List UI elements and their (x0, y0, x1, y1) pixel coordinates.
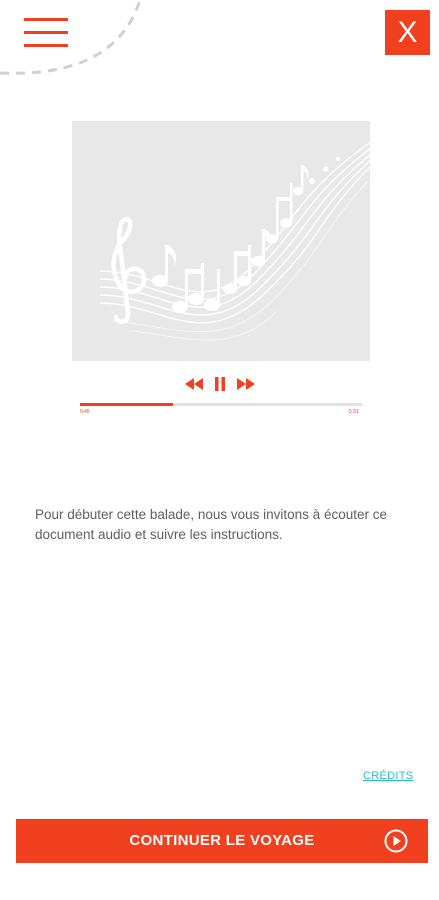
playback-controls (184, 375, 256, 393)
continue-button-label: CONTINUER LE VOYAGE (129, 832, 315, 849)
intro-text: Pour débuter cette balade, nous vous inv… (35, 507, 387, 542)
rewind-icon[interactable] (184, 375, 204, 393)
continue-voyage-button[interactable]: CONTINUER LE VOYAGE (16, 819, 428, 863)
play-circle-icon (384, 829, 408, 853)
audio-progress-fill (80, 403, 174, 406)
fast-forward-icon[interactable] (236, 375, 256, 393)
pause-icon[interactable] (214, 375, 226, 393)
audio-progress-bar[interactable] (80, 403, 362, 406)
time-total: 5:31 (349, 409, 359, 415)
close-button[interactable]: X (385, 10, 430, 55)
menu-button[interactable] (24, 16, 68, 50)
audio-illustration (72, 121, 373, 361)
music-notes-illustration (99, 140, 373, 341)
credits-link[interactable]: CRÉDITS (363, 770, 413, 782)
time-current: 0:45 (80, 409, 90, 415)
